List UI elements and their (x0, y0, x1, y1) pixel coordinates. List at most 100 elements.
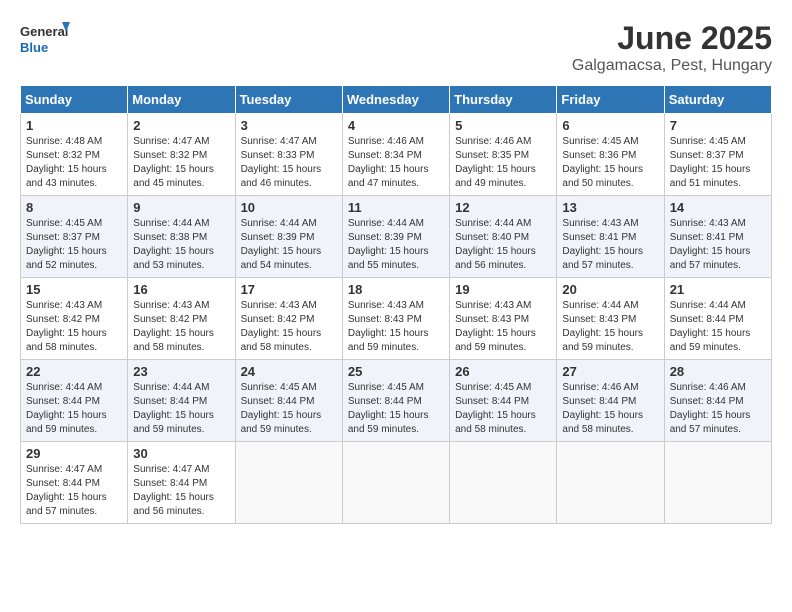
daylight-text: Daylight: 15 hours and 53 minutes. (133, 245, 229, 273)
sunset-text: Sunset: 8:37 PM (26, 231, 122, 245)
calendar-cell: 22 Sunrise: 4:44 AM Sunset: 8:44 PM Dayl… (21, 360, 128, 442)
calendar-header-wednesday: Wednesday (342, 86, 449, 114)
daylight-text: Daylight: 15 hours and 46 minutes. (241, 163, 337, 191)
cell-info: Sunrise: 4:43 AM Sunset: 8:41 PM Dayligh… (670, 217, 766, 273)
daylight-text: Daylight: 15 hours and 51 minutes. (670, 163, 766, 191)
sunset-text: Sunset: 8:44 PM (670, 395, 766, 409)
calendar-week-row: 1 Sunrise: 4:48 AM Sunset: 8:32 PM Dayli… (21, 114, 772, 196)
day-number: 15 (26, 282, 122, 297)
sunrise-text: Sunrise: 4:46 AM (348, 135, 444, 149)
cell-info: Sunrise: 4:45 AM Sunset: 8:44 PM Dayligh… (348, 381, 444, 437)
sunset-text: Sunset: 8:44 PM (133, 395, 229, 409)
sunrise-text: Sunrise: 4:48 AM (26, 135, 122, 149)
sunset-text: Sunset: 8:44 PM (455, 395, 551, 409)
sunset-text: Sunset: 8:44 PM (241, 395, 337, 409)
calendar-cell (450, 442, 557, 524)
daylight-text: Daylight: 15 hours and 59 minutes. (26, 409, 122, 437)
cell-info: Sunrise: 4:47 AM Sunset: 8:32 PM Dayligh… (133, 135, 229, 191)
calendar-cell: 16 Sunrise: 4:43 AM Sunset: 8:42 PM Dayl… (128, 278, 235, 360)
day-number: 28 (670, 364, 766, 379)
daylight-text: Daylight: 15 hours and 59 minutes. (348, 409, 444, 437)
title-block: June 2025 Galgamacsa, Pest, Hungary (572, 20, 772, 75)
day-number: 26 (455, 364, 551, 379)
sunrise-text: Sunrise: 4:47 AM (26, 463, 122, 477)
daylight-text: Daylight: 15 hours and 59 minutes. (241, 409, 337, 437)
cell-info: Sunrise: 4:44 AM Sunset: 8:38 PM Dayligh… (133, 217, 229, 273)
cell-info: Sunrise: 4:44 AM Sunset: 8:44 PM Dayligh… (26, 381, 122, 437)
daylight-text: Daylight: 15 hours and 57 minutes. (670, 245, 766, 273)
sunset-text: Sunset: 8:43 PM (455, 313, 551, 327)
calendar-header-tuesday: Tuesday (235, 86, 342, 114)
calendar-cell: 2 Sunrise: 4:47 AM Sunset: 8:32 PM Dayli… (128, 114, 235, 196)
cell-info: Sunrise: 4:43 AM Sunset: 8:42 PM Dayligh… (241, 299, 337, 355)
day-number: 2 (133, 118, 229, 133)
day-number: 24 (241, 364, 337, 379)
cell-info: Sunrise: 4:45 AM Sunset: 8:36 PM Dayligh… (562, 135, 658, 191)
daylight-text: Daylight: 15 hours and 59 minutes. (455, 327, 551, 355)
day-number: 6 (562, 118, 658, 133)
sunset-text: Sunset: 8:41 PM (670, 231, 766, 245)
cell-info: Sunrise: 4:45 AM Sunset: 8:44 PM Dayligh… (455, 381, 551, 437)
sunrise-text: Sunrise: 4:45 AM (455, 381, 551, 395)
calendar-cell: 28 Sunrise: 4:46 AM Sunset: 8:44 PM Dayl… (664, 360, 771, 442)
sunset-text: Sunset: 8:37 PM (670, 149, 766, 163)
sunset-text: Sunset: 8:32 PM (133, 149, 229, 163)
daylight-text: Daylight: 15 hours and 59 minutes. (348, 327, 444, 355)
cell-info: Sunrise: 4:46 AM Sunset: 8:44 PM Dayligh… (562, 381, 658, 437)
cell-info: Sunrise: 4:44 AM Sunset: 8:39 PM Dayligh… (348, 217, 444, 273)
sunset-text: Sunset: 8:35 PM (455, 149, 551, 163)
sunset-text: Sunset: 8:32 PM (26, 149, 122, 163)
sunrise-text: Sunrise: 4:43 AM (562, 217, 658, 231)
day-number: 18 (348, 282, 444, 297)
cell-info: Sunrise: 4:46 AM Sunset: 8:34 PM Dayligh… (348, 135, 444, 191)
calendar-header-thursday: Thursday (450, 86, 557, 114)
calendar-week-row: 8 Sunrise: 4:45 AM Sunset: 8:37 PM Dayli… (21, 196, 772, 278)
sunset-text: Sunset: 8:38 PM (133, 231, 229, 245)
day-number: 29 (26, 446, 122, 461)
day-number: 21 (670, 282, 766, 297)
cell-info: Sunrise: 4:43 AM Sunset: 8:42 PM Dayligh… (26, 299, 122, 355)
sunrise-text: Sunrise: 4:44 AM (241, 217, 337, 231)
sunrise-text: Sunrise: 4:47 AM (133, 463, 229, 477)
calendar-cell: 19 Sunrise: 4:43 AM Sunset: 8:43 PM Dayl… (450, 278, 557, 360)
calendar-header-saturday: Saturday (664, 86, 771, 114)
sunset-text: Sunset: 8:39 PM (241, 231, 337, 245)
logo: General Blue (20, 20, 70, 58)
cell-info: Sunrise: 4:45 AM Sunset: 8:37 PM Dayligh… (26, 217, 122, 273)
sunset-text: Sunset: 8:36 PM (562, 149, 658, 163)
daylight-text: Daylight: 15 hours and 50 minutes. (562, 163, 658, 191)
calendar-cell: 7 Sunrise: 4:45 AM Sunset: 8:37 PM Dayli… (664, 114, 771, 196)
calendar-cell: 13 Sunrise: 4:43 AM Sunset: 8:41 PM Dayl… (557, 196, 664, 278)
sunset-text: Sunset: 8:34 PM (348, 149, 444, 163)
daylight-text: Daylight: 15 hours and 58 minutes. (26, 327, 122, 355)
sunrise-text: Sunrise: 4:45 AM (26, 217, 122, 231)
calendar-header-row: SundayMondayTuesdayWednesdayThursdayFrid… (21, 86, 772, 114)
day-number: 4 (348, 118, 444, 133)
sunrise-text: Sunrise: 4:43 AM (133, 299, 229, 313)
day-number: 20 (562, 282, 658, 297)
calendar-week-row: 29 Sunrise: 4:47 AM Sunset: 8:44 PM Dayl… (21, 442, 772, 524)
sunset-text: Sunset: 8:43 PM (562, 313, 658, 327)
daylight-text: Daylight: 15 hours and 45 minutes. (133, 163, 229, 191)
day-number: 13 (562, 200, 658, 215)
day-number: 11 (348, 200, 444, 215)
daylight-text: Daylight: 15 hours and 58 minutes. (133, 327, 229, 355)
cell-info: Sunrise: 4:47 AM Sunset: 8:44 PM Dayligh… (26, 463, 122, 519)
calendar-week-row: 15 Sunrise: 4:43 AM Sunset: 8:42 PM Dayl… (21, 278, 772, 360)
calendar-cell: 14 Sunrise: 4:43 AM Sunset: 8:41 PM Dayl… (664, 196, 771, 278)
calendar-cell: 21 Sunrise: 4:44 AM Sunset: 8:44 PM Dayl… (664, 278, 771, 360)
cell-info: Sunrise: 4:44 AM Sunset: 8:44 PM Dayligh… (670, 299, 766, 355)
daylight-text: Daylight: 15 hours and 57 minutes. (670, 409, 766, 437)
day-number: 1 (26, 118, 122, 133)
page-header: General Blue June 2025 Galgamacsa, Pest,… (20, 20, 772, 75)
calendar-header-monday: Monday (128, 86, 235, 114)
cell-info: Sunrise: 4:46 AM Sunset: 8:44 PM Dayligh… (670, 381, 766, 437)
day-number: 14 (670, 200, 766, 215)
sunrise-text: Sunrise: 4:43 AM (26, 299, 122, 313)
cell-info: Sunrise: 4:43 AM Sunset: 8:43 PM Dayligh… (455, 299, 551, 355)
day-number: 10 (241, 200, 337, 215)
cell-info: Sunrise: 4:44 AM Sunset: 8:43 PM Dayligh… (562, 299, 658, 355)
calendar-week-row: 22 Sunrise: 4:44 AM Sunset: 8:44 PM Dayl… (21, 360, 772, 442)
calendar-cell: 9 Sunrise: 4:44 AM Sunset: 8:38 PM Dayli… (128, 196, 235, 278)
cell-info: Sunrise: 4:47 AM Sunset: 8:44 PM Dayligh… (133, 463, 229, 519)
